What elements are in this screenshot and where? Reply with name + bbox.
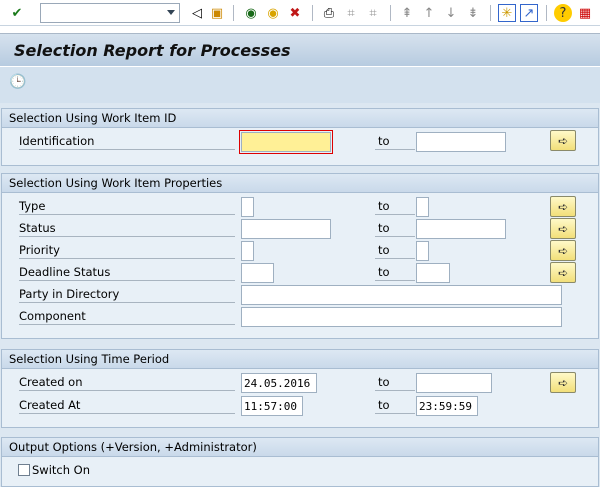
chevron-down-icon[interactable] [167, 10, 175, 15]
group-title: Selection Using Time Period [2, 350, 598, 369]
execute-clock-icon[interactable]: 🕒 [9, 73, 27, 91]
deadline-status-to-input[interactable] [416, 263, 450, 283]
created-on-from-input[interactable]: 24.05.2016 [241, 373, 317, 393]
type-to-input[interactable] [416, 197, 429, 217]
exit-icon[interactable]: ◉ [264, 4, 282, 22]
party-in-directory-label: Party in Directory [19, 285, 235, 303]
page-title: Selection Report for Processes [14, 41, 291, 60]
group-title: Selection Using Work Item ID [2, 109, 598, 128]
group-output-options: Output Options (+Version, +Administrator… [1, 437, 599, 487]
to-label: to [375, 241, 415, 259]
find-icon[interactable]: ⌗ [342, 4, 360, 22]
command-field[interactable] [40, 3, 180, 23]
type-label: Type [19, 197, 235, 215]
help-icon[interactable]: ? [554, 4, 572, 22]
back-green-icon[interactable]: ◉ [242, 4, 260, 22]
multiple-selection-button[interactable]: ➪ [550, 262, 576, 283]
component-input[interactable] [241, 307, 562, 327]
group-work-item-id: Selection Using Work Item ID Identificat… [1, 108, 599, 166]
shortcut-icon[interactable]: ↗ [520, 4, 538, 22]
to-label: to [375, 197, 415, 215]
application-toolbar: 🕒 [0, 67, 600, 103]
status-label: Status [19, 219, 235, 237]
arrow-right-icon: ➪ [557, 221, 569, 236]
cancel-icon[interactable]: ✖ [286, 4, 304, 22]
toolbar-divider [0, 26, 600, 34]
find-next-icon[interactable]: ⌗ [364, 4, 382, 22]
customize-layout-icon[interactable]: ▦ [576, 4, 594, 22]
created-on-to-input[interactable] [416, 373, 492, 393]
next-page-icon[interactable]: ↓ [442, 4, 460, 22]
multiple-selection-button[interactable]: ➪ [550, 130, 576, 151]
priority-from-input[interactable] [241, 241, 254, 261]
party-in-directory-input[interactable] [241, 285, 562, 305]
enter-icon[interactable]: ✔ [8, 4, 26, 22]
deadline-status-label: Deadline Status [19, 263, 235, 281]
create-session-icon[interactable]: ✳ [498, 4, 516, 22]
print-icon[interactable]: ⎙ [320, 4, 338, 22]
switch-on-checkbox[interactable] [18, 464, 30, 476]
arrow-right-icon: ➪ [557, 199, 569, 214]
first-page-icon[interactable]: ⇞ [398, 4, 416, 22]
group-title: Selection Using Work Item Properties [2, 174, 598, 193]
back-icon[interactable]: ◁ [188, 4, 206, 22]
created-at-from-input[interactable]: 11:57:00 [241, 396, 303, 416]
multiple-selection-button[interactable]: ➪ [550, 218, 576, 239]
deadline-status-from-input[interactable] [241, 263, 274, 283]
component-label: Component [19, 307, 235, 325]
multiple-selection-button[interactable]: ➪ [550, 372, 576, 393]
arrow-right-icon: ➪ [557, 375, 569, 390]
to-label: to [375, 396, 415, 414]
group-time-period: Selection Using Time Period Created on 2… [1, 349, 599, 428]
arrow-right-icon: ➪ [557, 265, 569, 280]
switch-on-label: Switch On [32, 463, 91, 477]
to-label: to [375, 373, 415, 391]
group-title: Output Options (+Version, +Administrator… [2, 438, 598, 457]
status-to-input[interactable] [416, 219, 506, 239]
created-at-to-input[interactable]: 23:59:59 [416, 396, 478, 416]
title-bar: Selection Report for Processes [0, 34, 600, 67]
to-label: to [375, 219, 415, 237]
arrow-right-icon: ➪ [557, 243, 569, 258]
to-label: to [375, 132, 415, 150]
arrow-right-icon: ➪ [557, 133, 569, 148]
multiple-selection-button[interactable]: ➪ [550, 240, 576, 261]
previous-page-icon[interactable]: ↑ [420, 4, 438, 22]
identification-from-input[interactable] [239, 130, 333, 154]
identification-label: Identification [19, 132, 235, 150]
created-on-label: Created on [19, 373, 235, 391]
status-from-input[interactable] [241, 219, 331, 239]
priority-label: Priority [19, 241, 235, 259]
group-work-item-properties: Selection Using Work Item Properties Typ… [1, 173, 599, 339]
to-label: to [375, 263, 415, 281]
multiple-selection-button[interactable]: ➪ [550, 196, 576, 217]
type-from-input[interactable] [241, 197, 254, 217]
identification-to-input[interactable] [416, 132, 506, 152]
save-icon[interactable]: ▣ [208, 4, 226, 22]
priority-to-input[interactable] [416, 241, 429, 261]
system-toolbar: ✔ ◁ ▣ ◉ ◉ ✖ ⎙ ⌗ ⌗ ⇞ ↑ ↓ ⇟ ✳ ↗ ? ▦ [0, 0, 600, 26]
last-page-icon[interactable]: ⇟ [464, 4, 482, 22]
created-at-label: Created At [19, 396, 235, 414]
